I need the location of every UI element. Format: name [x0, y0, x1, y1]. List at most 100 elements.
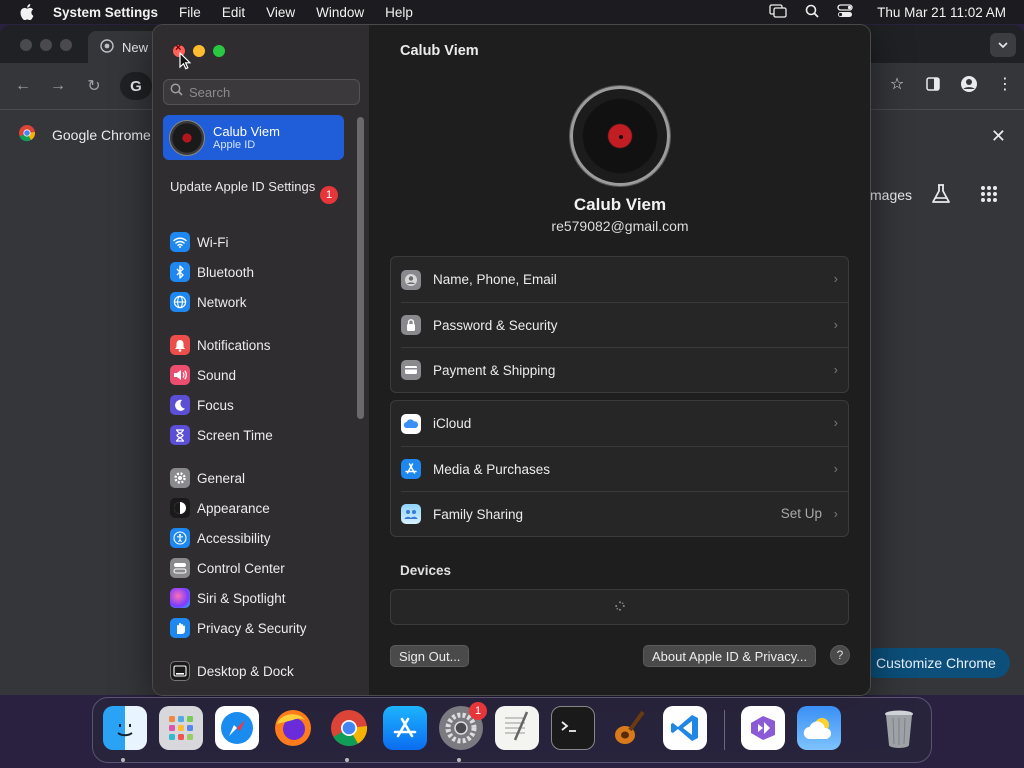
sidebar-item-sound[interactable]: Sound [170, 364, 236, 386]
spotlight-search-icon[interactable] [805, 4, 819, 21]
row-payment-shipping[interactable]: Payment & Shipping › [401, 347, 848, 392]
menu-file[interactable]: File [179, 5, 201, 20]
sidebar-scrollbar[interactable] [357, 117, 364, 419]
sidebar-item-label: Privacy & Security [197, 620, 307, 636]
omnibox-google-icon[interactable]: G [120, 72, 152, 100]
dock-running-indicator [121, 758, 125, 762]
sidebar-item-notifications[interactable]: Notifications [170, 334, 271, 356]
row-name-phone-email[interactable]: Name, Phone, Email › [391, 257, 848, 302]
firefox-icon[interactable] [271, 706, 315, 750]
back-arrow-icon[interactable]: ← [14, 77, 32, 95]
sidebar-item-desktop-dock[interactable]: Desktop & Dock [170, 660, 294, 682]
google-images-link[interactable]: mages [870, 187, 912, 203]
chrome-infobar-text: Google Chrome i [52, 126, 158, 143]
sidebar-item-label: Focus [197, 397, 234, 413]
dock-icon [170, 661, 190, 681]
row-password-security[interactable]: Password & Security › [401, 302, 848, 347]
finder-icon[interactable] [103, 706, 147, 750]
side-panel-icon[interactable] [922, 73, 944, 95]
sidebar-item-appearance[interactable]: Appearance [170, 497, 270, 519]
search-input[interactable] [189, 84, 349, 100]
safari-icon[interactable] [215, 706, 259, 750]
reload-icon[interactable]: ↻ [85, 77, 103, 95]
sidebar-item-wifi[interactable]: Wi-Fi [170, 231, 228, 253]
bookmark-star-icon[interactable]: ☆ [886, 73, 908, 95]
chevron-right-icon: › [833, 271, 838, 286]
system-settings-badge: 1 [469, 702, 487, 720]
google-apps-grid-icon[interactable] [980, 185, 998, 208]
avatar-large[interactable] [570, 86, 670, 186]
chevron-right-icon: › [833, 362, 838, 377]
globe-icon [170, 292, 190, 312]
textedit-icon[interactable] [495, 706, 539, 750]
chrome-close-button[interactable] [20, 39, 32, 51]
app-store-dock-icon[interactable] [383, 706, 427, 750]
sidebar-item-label: Accessibility [197, 530, 271, 546]
chevron-right-icon: › [833, 317, 838, 332]
sidebar-search-field[interactable] [163, 79, 360, 105]
control-center-menubar-icon[interactable] [837, 3, 853, 21]
menu-app-name[interactable]: System Settings [53, 5, 158, 20]
sidebar-item-label: Bluetooth [197, 264, 255, 280]
apple-id-subtitle: Apple ID [213, 139, 256, 151]
contact-icon [401, 269, 421, 290]
screen-mirroring-icon[interactable] [769, 3, 787, 21]
infobar-close-icon[interactable]: ✕ [991, 126, 1006, 147]
chrome-tab-search-button[interactable] [990, 33, 1016, 57]
row-label: Payment & Shipping [433, 362, 556, 378]
chevron-right-icon: › [833, 506, 838, 521]
customize-chrome-button[interactable]: Customize Chrome [862, 648, 1010, 678]
dock-running-indicator [345, 758, 349, 762]
help-button[interactable]: ? [830, 645, 850, 665]
sign-out-button[interactable]: Sign Out... [390, 645, 470, 667]
profile-icon[interactable] [958, 73, 980, 95]
family-sharing-status: Set Up [780, 506, 822, 521]
row-media-purchases[interactable]: Media & Purchases › [401, 446, 848, 491]
labs-flask-icon[interactable] [930, 183, 952, 210]
sidebar-item-bluetooth[interactable]: Bluetooth [170, 261, 254, 283]
sidebar-item-control-center[interactable]: Control Center [170, 557, 285, 579]
sidebar-item-siri-spotlight[interactable]: Siri & Spotlight [170, 587, 286, 609]
sidebar-item-network[interactable]: Network [170, 291, 247, 313]
chrome-toolbar-actions: ☆ ⋮ [886, 73, 1016, 95]
visual-studio-icon[interactable] [741, 706, 785, 750]
avatar [169, 119, 205, 156]
apple-menu-icon[interactable] [19, 4, 35, 20]
minimize-button[interactable] [193, 45, 205, 57]
sidebar-item-accessibility[interactable]: Accessibility [170, 527, 271, 549]
siri-icon [170, 588, 190, 608]
about-apple-id-privacy-button[interactable]: About Apple ID & Privacy... [643, 645, 817, 667]
menubar-clock[interactable]: Thu Mar 21 11:02 AM [877, 5, 1006, 20]
forward-arrow-icon[interactable]: → [49, 77, 67, 95]
chrome-icon[interactable] [327, 706, 371, 750]
chrome-menu-icon[interactable]: ⋮ [994, 73, 1016, 95]
sidebar-item-update-apple-id[interactable]: Update Apple ID Settings [170, 179, 340, 195]
vscode-icon[interactable] [663, 706, 707, 750]
garageband-icon[interactable] [607, 706, 651, 750]
row-icloud[interactable]: iCloud › [391, 401, 848, 446]
row-family-sharing[interactable]: Family Sharing Set Up › [401, 491, 848, 536]
accessibility-icon [170, 528, 190, 548]
sidebar-item-label: Control Center [197, 560, 285, 576]
terminal-icon[interactable] [551, 706, 595, 750]
trash-icon[interactable] [877, 706, 921, 750]
sidebar-item-apple-id[interactable]: Calub Viem Apple ID [163, 115, 344, 160]
dock-separator [724, 710, 725, 750]
menu-window[interactable]: Window [316, 5, 364, 20]
card-icon [401, 360, 421, 380]
menu-view[interactable]: View [266, 5, 295, 20]
services-group: iCloud › Media & Purchases › Family Shar… [390, 400, 849, 537]
zoom-button[interactable] [213, 45, 225, 57]
icloud-icon [401, 413, 421, 434]
chrome-minimize-button[interactable] [40, 39, 52, 51]
sidebar-item-screen-time[interactable]: Screen Time [170, 424, 273, 446]
weather-icon[interactable] [797, 706, 841, 750]
sidebar-item-privacy-security[interactable]: Privacy & Security [170, 617, 307, 639]
sidebar-item-focus[interactable]: Focus [170, 394, 234, 416]
launchpad-icon[interactable] [159, 706, 203, 750]
menu-edit[interactable]: Edit [222, 5, 245, 20]
sidebar-item-general[interactable]: General [170, 467, 245, 489]
menu-help[interactable]: Help [385, 5, 413, 20]
chrome-zoom-button[interactable] [60, 39, 72, 51]
row-label: iCloud [433, 416, 472, 431]
